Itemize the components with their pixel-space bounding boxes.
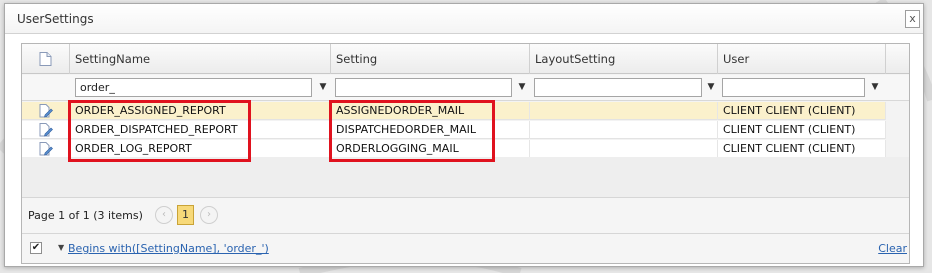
column-header-settingname[interactable]: SettingName — [70, 44, 331, 74]
funnel-icon[interactable]: ▼ — [517, 81, 527, 93]
next-page-button[interactable]: › — [200, 206, 218, 224]
column-header-layoutsetting[interactable]: LayoutSetting — [530, 44, 718, 74]
cell-user: CLIENT CLIENT (CLIENT) — [718, 140, 886, 158]
filter-expression-link[interactable]: Begins with([SettingName], 'order_') — [68, 242, 269, 255]
filter-row: ▼ ▼ ▼ ▼ — [22, 75, 909, 101]
clear-filter-link[interactable]: Clear — [878, 242, 907, 255]
layoutsetting-filter-input[interactable] — [534, 78, 702, 97]
user-filter-input[interactable] — [722, 78, 865, 97]
highlight-box-settingname — [68, 100, 251, 162]
dialog-title: UserSettings — [17, 12, 94, 26]
close-button[interactable]: x — [905, 10, 920, 28]
highlight-box-setting — [329, 100, 495, 162]
cell-layout-setting — [530, 102, 718, 120]
column-header-setting[interactable]: Setting — [331, 44, 530, 74]
filter-status-bar: ✔ ▼ Begins with([SettingName], 'order_')… — [22, 233, 909, 263]
filter-enabled-checkbox[interactable]: ✔ — [30, 242, 42, 254]
pager-bar: Page 1 of 1 (3 items) ‹ 1 › — [22, 197, 909, 233]
funnel-icon[interactable]: ▼ — [706, 81, 716, 93]
grid-header-row: SettingName Setting LayoutSetting User — [22, 44, 909, 74]
funnel-icon[interactable]: ▼ — [870, 81, 880, 93]
dialog-titlebar: UserSettings x — [5, 4, 923, 34]
settings-grid: SettingName Setting LayoutSetting User ▼… — [21, 43, 910, 264]
setting-filter-input[interactable] — [335, 78, 512, 97]
cell-user: CLIENT CLIENT (CLIENT) — [718, 121, 886, 139]
user-settings-dialog: UserSettings x SettingName Setting Layou… — [4, 3, 924, 267]
header-select-column — [22, 44, 70, 74]
page-number-button[interactable]: 1 — [177, 205, 194, 225]
edit-icon[interactable] — [39, 123, 53, 137]
pager-summary: Page 1 of 1 (3 items) — [28, 209, 143, 222]
settingname-filter-input[interactable] — [75, 78, 312, 97]
document-icon — [39, 52, 52, 66]
funnel-icon[interactable]: ▼ — [318, 81, 328, 93]
cell-layout-setting — [530, 140, 718, 158]
cell-layout-setting — [530, 121, 718, 139]
grid-empty-area — [22, 157, 909, 197]
prev-page-button[interactable]: ‹ — [155, 206, 173, 224]
edit-icon[interactable] — [39, 142, 53, 156]
cell-user: CLIENT CLIENT (CLIENT) — [718, 102, 886, 120]
column-header-user[interactable]: User — [718, 44, 886, 74]
edit-icon[interactable] — [39, 104, 53, 118]
funnel-icon: ▼ — [58, 243, 65, 252]
